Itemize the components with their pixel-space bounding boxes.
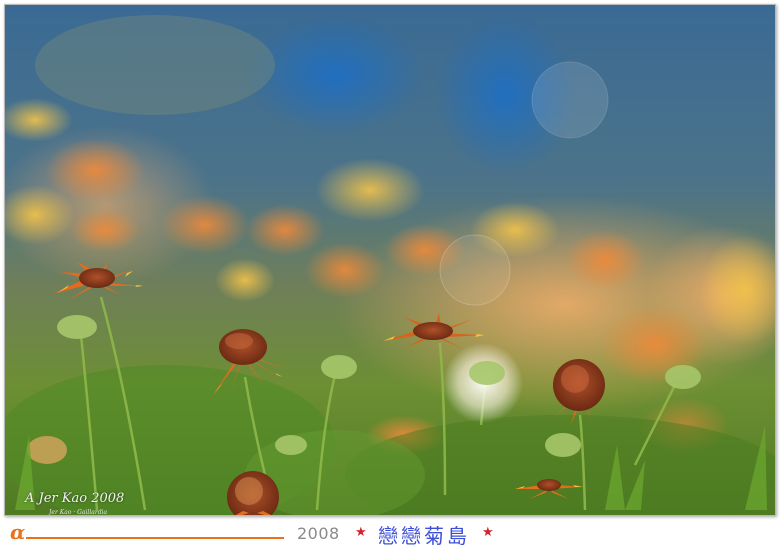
year-label: 2008 (297, 524, 340, 543)
photo-frame: A Jer Kao 2008 Jer Kao · Gaillardia (4, 4, 776, 516)
orange-divider (26, 537, 284, 539)
signature-subtext: Jer Kao · Gaillardia (49, 509, 108, 516)
photo-caption: 戀戀菊島 (378, 524, 470, 548)
red-star-icon: ★ (482, 525, 494, 540)
signature-text: A Jer Kao 2008 (25, 491, 125, 506)
gaillardia-field-photo (5, 5, 775, 515)
alpha-logo: α (10, 520, 26, 544)
red-star-icon: ★ (355, 525, 367, 540)
photographer-signature: A Jer Kao 2008 (25, 491, 124, 506)
caption-footer: α 2008 ★ 戀戀菊島 ★ (0, 517, 780, 548)
